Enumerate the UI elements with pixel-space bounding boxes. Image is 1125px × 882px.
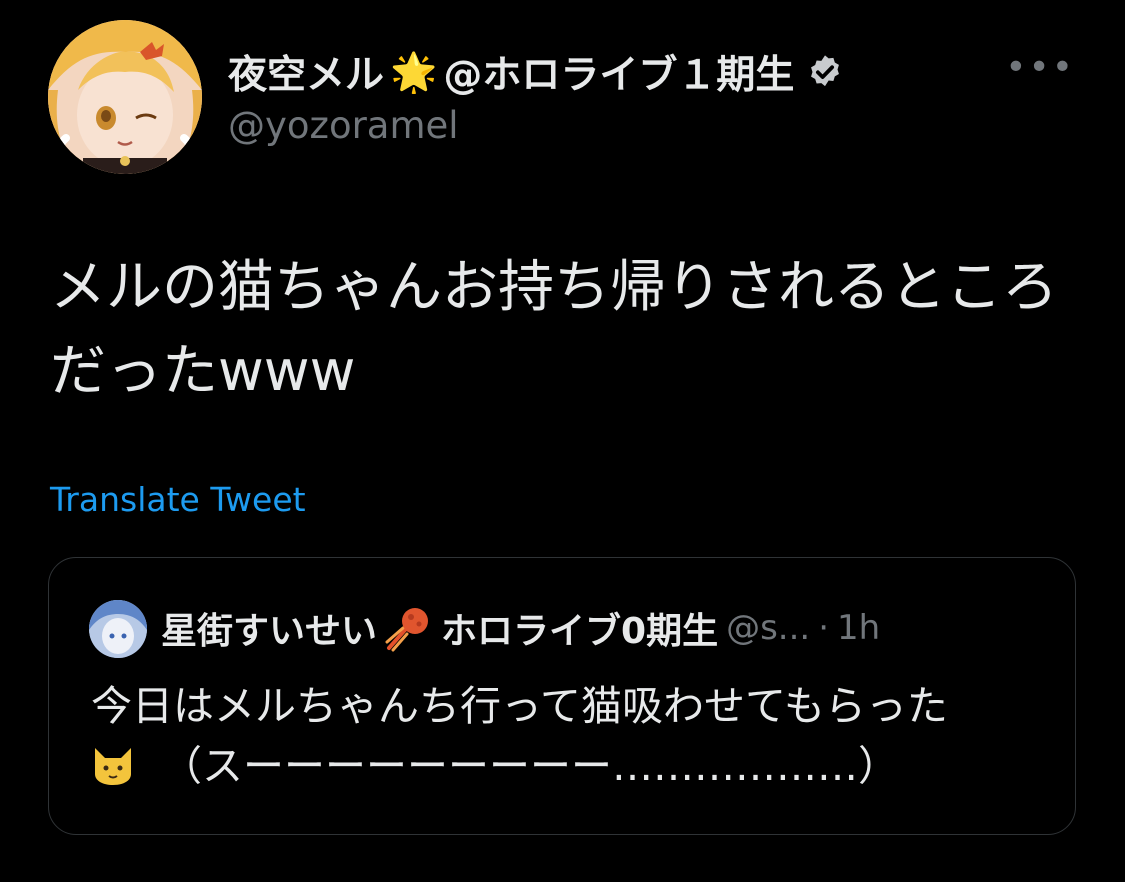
- cat-face-emoji-icon: [95, 748, 131, 785]
- verified-badge-icon: [811, 55, 840, 87]
- comet-emoji-icon: [385, 608, 429, 652]
- separator-dot: ·: [818, 608, 830, 648]
- more-options-icon[interactable]: •••: [1005, 50, 1075, 86]
- translate-tweet-link[interactable]: Translate Tweet: [50, 480, 306, 519]
- quoted-timestamp: 1h: [837, 608, 881, 648]
- quoted-text-line-2-wrap: （スーーーーーーーーー………………）: [91, 736, 1051, 796]
- author-display-name[interactable]: 夜空メル 🌟 @ホロライブ１期生: [228, 44, 844, 100]
- display-name-suffix: @ホロライブ１期生: [443, 53, 795, 98]
- display-name-text: 夜空メル: [228, 53, 385, 98]
- quoted-display-name-suffix: ホロライブ0期生: [441, 611, 719, 652]
- quoted-text-line-1: 今日はメルちゃんち行って猫吸わせてもらった: [91, 682, 948, 730]
- quoted-tweet-text: 今日はメルちゃんち行って猫吸わせてもらった （スーーーーーーーーー………………）: [91, 676, 1051, 796]
- quoted-text-line-2: （スーーーーーーーーー………………）: [161, 742, 899, 790]
- quoted-display-name: 星街すいせい: [161, 611, 378, 652]
- quoted-handle: @s...: [726, 608, 811, 648]
- author-avatar[interactable]: [48, 20, 202, 174]
- tweet-detail: 夜空メル 🌟 @ホロライブ１期生 @yozoramel ••• メルの猫ちゃんお…: [0, 0, 1125, 882]
- quoted-tweet[interactable]: 星街すいせい ホロライブ0期生 @s... · 1h 今日はメルちゃんち行って猫…: [48, 557, 1076, 835]
- star-emoji-icon: 🌟: [390, 50, 438, 94]
- author-handle[interactable]: @yozoramel: [228, 104, 459, 147]
- quoted-tweet-header: 星街すいせい ホロライブ0期生 @s... · 1h: [161, 602, 880, 654]
- tweet-text: メルの猫ちゃんお持ち帰りされるところだったwww: [50, 255, 1058, 404]
- quoted-author-avatar: [89, 600, 147, 658]
